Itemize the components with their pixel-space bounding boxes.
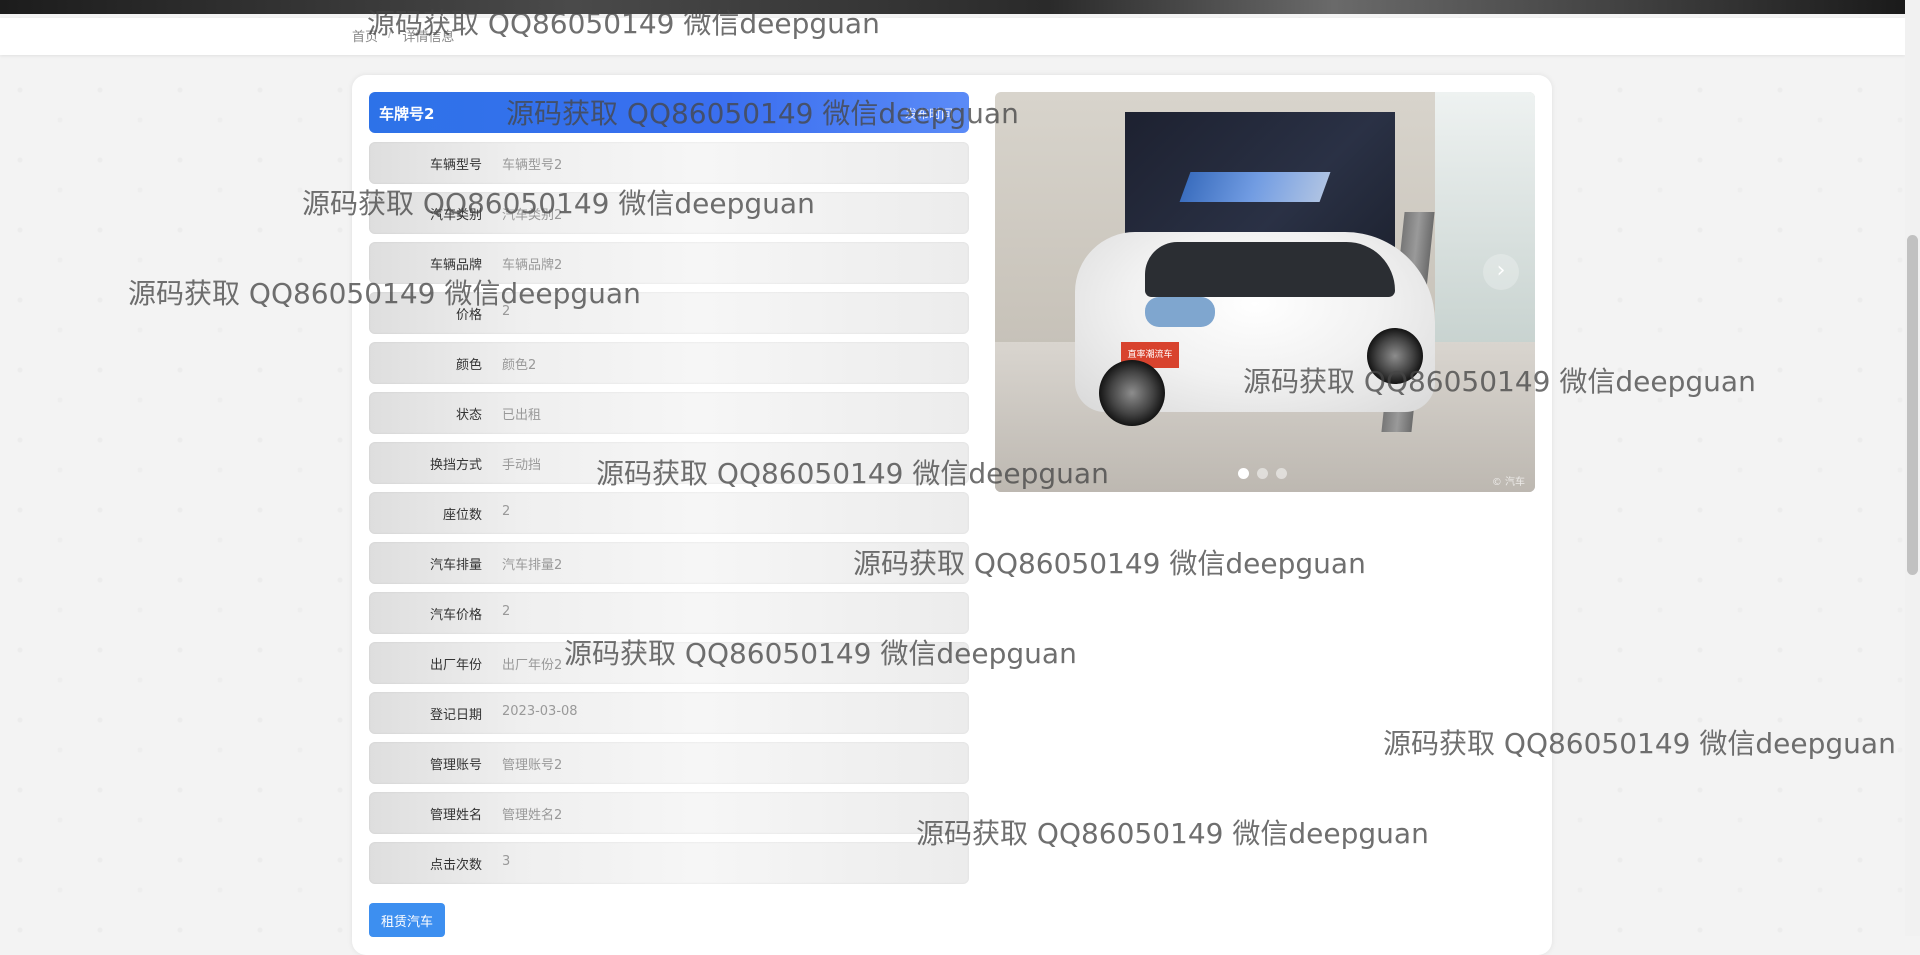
field-label: 登记日期 <box>429 708 482 723</box>
field-value: 颜色2 <box>502 358 537 373</box>
detail-field-row: 车辆品牌 车辆品牌2 <box>369 242 969 284</box>
detail-field-row: 汽车排量 汽车排量2 <box>369 542 969 584</box>
field-label: 车辆品牌 <box>429 258 482 273</box>
detail-field-row: 价格 2 <box>369 292 969 334</box>
field-label: 车辆型号 <box>429 158 482 173</box>
brand-stripe <box>1179 172 1331 202</box>
field-label: 汽车价格 <box>429 608 482 623</box>
detail-field-row: 换挡方式 手动挡 <box>369 442 969 484</box>
detail-field-row: 管理姓名 管理姓名2 <box>369 792 969 834</box>
carousel-dot[interactable] <box>1238 468 1249 479</box>
field-value: 车辆型号2 <box>502 158 563 173</box>
detail-field-row: 汽车价格 2 <box>369 592 969 634</box>
car-grille <box>1145 297 1215 327</box>
detail-field-row: 车辆型号 车辆型号2 <box>369 142 969 184</box>
field-value: 2 <box>502 304 511 319</box>
field-label: 汽车类别 <box>429 208 482 223</box>
image-carousel[interactable]: 直率潮流车 › © 汽车 <box>995 92 1535 492</box>
chevron-right-icon[interactable]: › <box>1483 254 1519 290</box>
field-value: 已出租 <box>502 408 542 423</box>
detail-title: 车牌号2 <box>379 105 435 123</box>
carousel-dot[interactable] <box>1276 468 1287 479</box>
rent-car-button[interactable]: 租赁汽车 <box>369 903 445 937</box>
field-value: 3 <box>502 854 511 869</box>
field-label: 座位数 <box>442 508 482 523</box>
field-value: 出厂年份2 <box>502 658 563 673</box>
field-value: 汽车类别2 <box>502 208 563 223</box>
field-label: 状态 <box>455 408 482 423</box>
showroom-window <box>1435 92 1535 352</box>
detail-field-row: 登记日期 2023-03-08 <box>369 692 969 734</box>
car-windshield <box>1145 242 1395 297</box>
field-label: 价格 <box>455 308 482 323</box>
field-value: 管理姓名2 <box>502 808 563 823</box>
breadcrumb-separator: / <box>388 26 393 41</box>
breadcrumb-bar: 首页 / 详情信息 <box>0 18 1905 55</box>
breadcrumb: 首页 / 详情信息 <box>352 26 454 45</box>
field-value: 2 <box>502 604 511 619</box>
detail-title-bar: 车牌号2 发布时间 <box>369 92 969 133</box>
field-label: 管理姓名 <box>429 808 482 823</box>
scrollbar-thumb[interactable] <box>1907 235 1918 575</box>
field-label: 出厂年份 <box>429 658 482 673</box>
field-value: 汽车排量2 <box>502 558 563 573</box>
field-label: 管理账号 <box>429 758 482 773</box>
photo-credit: © 汽车 <box>1491 477 1525 488</box>
hero-banner-strip <box>0 0 1905 14</box>
field-label: 颜色 <box>455 358 482 373</box>
field-label: 汽车排量 <box>429 558 482 573</box>
detail-field-row: 汽车类别 汽车类别2 <box>369 192 969 234</box>
field-label: 点击次数 <box>429 858 482 873</box>
field-value: 2 <box>502 504 511 519</box>
field-value: 管理账号2 <box>502 758 563 773</box>
detail-field-row: 点击次数 3 <box>369 842 969 884</box>
detail-field-row: 颜色 颜色2 <box>369 342 969 384</box>
breadcrumb-current: 详情信息 <box>402 30 455 45</box>
breadcrumb-home[interactable]: 首页 <box>352 26 378 45</box>
detail-field-row: 状态 已出租 <box>369 392 969 434</box>
carousel-dot[interactable] <box>1257 468 1268 479</box>
detail-meta: 发布时间 <box>904 107 953 121</box>
field-value: 手动挡 <box>502 458 542 473</box>
detail-field-row: 管理账号 管理账号2 <box>369 742 969 784</box>
car-wheel-front <box>1099 360 1165 426</box>
carousel-indicators <box>1238 468 1287 479</box>
detail-field-row: 座位数 2 <box>369 492 969 534</box>
field-value: 车辆品牌2 <box>502 258 563 273</box>
field-value: 2023-03-08 <box>502 704 578 719</box>
field-label: 换挡方式 <box>429 458 482 473</box>
car-wheel-rear <box>1367 328 1423 384</box>
detail-field-row: 出厂年份 出厂年份2 <box>369 642 969 684</box>
